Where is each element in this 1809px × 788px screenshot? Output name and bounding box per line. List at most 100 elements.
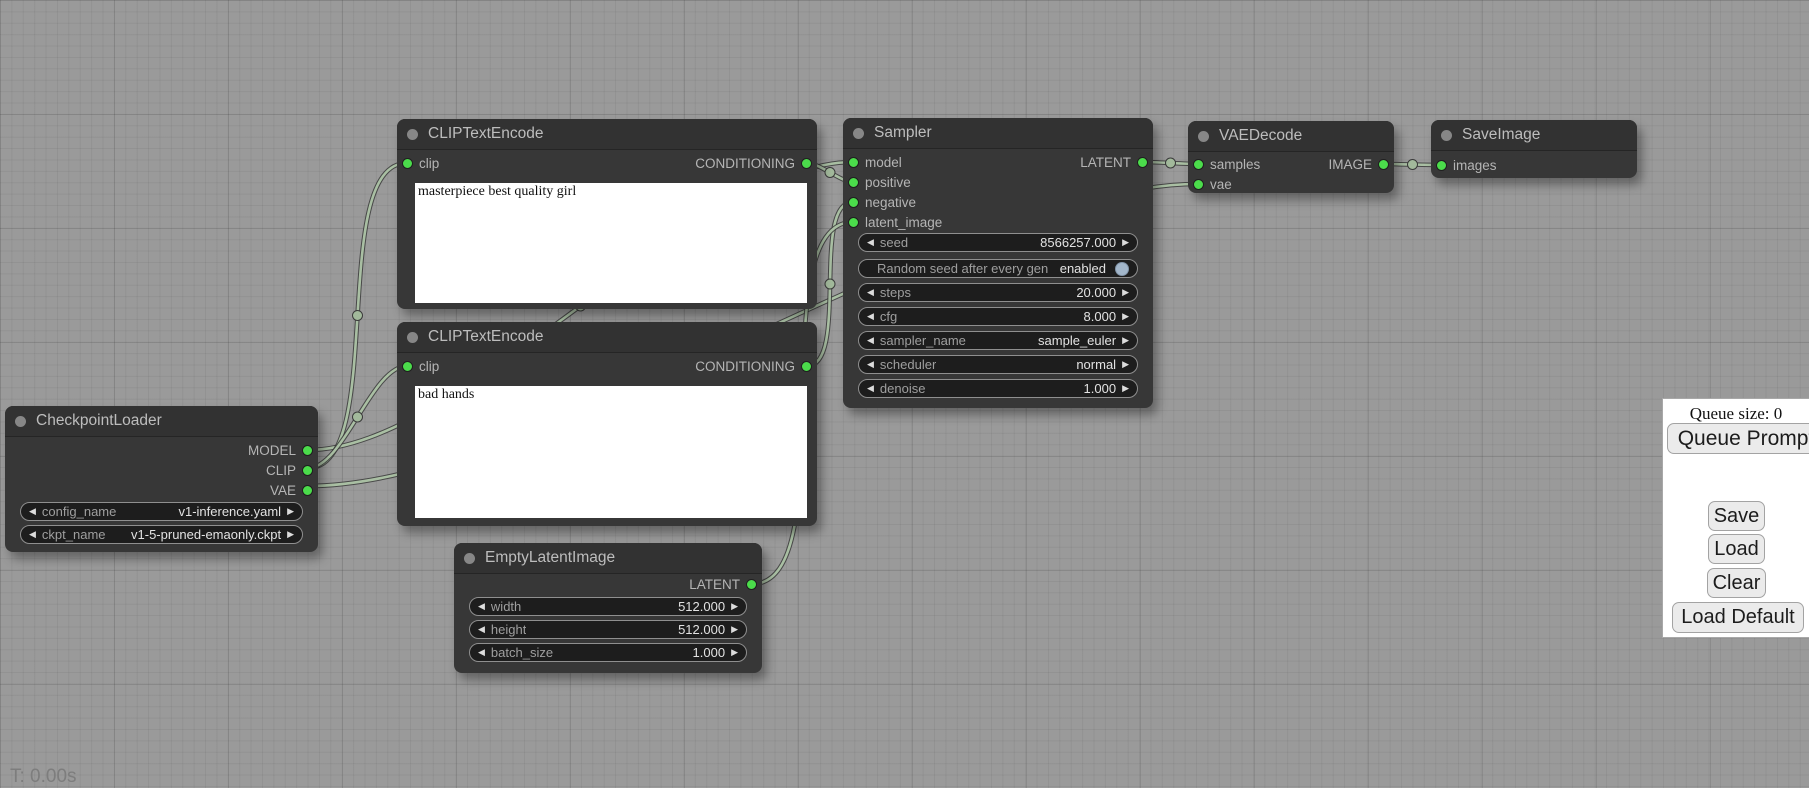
increment-arrow-icon[interactable]: ▶ [1122,238,1129,247]
decrement-arrow-icon[interactable]: ◀ [478,602,485,611]
prompt-text-input[interactable] [415,183,807,303]
node-vae-decode[interactable]: VAEDecodesamplesvaeIMAGE [1188,121,1394,193]
widget-value: 1.000 [1084,381,1117,396]
increment-arrow-icon[interactable]: ▶ [731,648,738,657]
input-slot-negative: negative [848,192,916,212]
widget-width[interactable]: ◀width512.000▶ [469,597,747,616]
input-connector-vae[interactable] [1193,179,1204,190]
collapse-node-icon[interactable] [853,128,864,139]
collapse-node-icon[interactable] [407,129,418,140]
collapse-node-icon[interactable] [1441,130,1452,141]
node-title-bar[interactable]: Sampler [843,118,1153,149]
decrement-arrow-icon[interactable]: ◀ [29,530,36,539]
queue-prompt-button[interactable]: Queue Prompt [1667,423,1809,454]
node-clip-text-encode-negative[interactable]: CLIPTextEncodeclipCONDITIONING [397,322,817,526]
decrement-arrow-icon[interactable]: ◀ [867,384,874,393]
decrement-arrow-icon[interactable]: ◀ [867,360,874,369]
node-title-bar[interactable]: CLIPTextEncode [397,119,817,150]
widget-sampler_name[interactable]: ◀sampler_namesample_euler▶ [858,331,1138,350]
output-connector-VAE[interactable] [302,485,313,496]
node-title-bar[interactable]: EmptyLatentImage [454,543,762,574]
node-title: VAEDecode [1219,121,1302,151]
output-slot-VAE: VAE [270,480,313,500]
input-connector-images[interactable] [1436,160,1447,171]
widget-denoise[interactable]: ◀denoise1.000▶ [858,379,1138,398]
input-slot-vae: vae [1193,174,1232,194]
output-connector-CONDITIONING[interactable] [801,361,812,372]
collapse-node-icon[interactable] [407,332,418,343]
input-connector-samples[interactable] [1193,159,1204,170]
node-clip-text-encode-positive[interactable]: CLIPTextEncodeclipCONDITIONING [397,119,817,309]
widget-value: sample_euler [1038,333,1116,348]
wire-midpoint-dot [825,279,835,289]
decrement-arrow-icon[interactable]: ◀ [867,238,874,247]
output-connector-IMAGE[interactable] [1378,159,1389,170]
increment-arrow-icon[interactable]: ▶ [1122,360,1129,369]
wire-midpoint-dot [1408,160,1418,170]
increment-arrow-icon[interactable]: ▶ [287,507,294,516]
node-checkpoint-loader[interactable]: CheckpointLoaderMODELCLIPVAE◀config_name… [5,406,318,552]
increment-arrow-icon[interactable]: ▶ [1122,312,1129,321]
output-slot-LATENT: LATENT [689,574,757,594]
collapse-node-icon[interactable] [15,416,26,427]
output-connector-LATENT[interactable] [746,579,757,590]
output-label: LATENT [1080,155,1131,170]
input-connector-negative[interactable] [848,197,859,208]
wire-clip-to-positive-encode [308,163,407,468]
save-button[interactable]: Save [1708,501,1765,531]
increment-arrow-icon[interactable]: ▶ [287,530,294,539]
decrement-arrow-icon[interactable]: ◀ [478,648,485,657]
output-connector-CONDITIONING[interactable] [801,158,812,169]
load-default-button[interactable]: Load Default [1672,602,1804,633]
widget-cfg[interactable]: ◀cfg8.000▶ [858,307,1138,326]
widget-seed[interactable]: ◀seed8566257.000▶ [858,233,1138,252]
input-connector-positive[interactable] [848,177,859,188]
decrement-arrow-icon[interactable]: ◀ [478,625,485,634]
node-title-bar[interactable]: CLIPTextEncode [397,322,817,353]
collapse-node-icon[interactable] [464,553,475,564]
widget-value: 1.000 [693,645,726,660]
output-label: CONDITIONING [695,359,795,374]
decrement-arrow-icon[interactable]: ◀ [867,312,874,321]
output-connector-LATENT[interactable] [1137,157,1148,168]
widget-random-seed-after-every-gen[interactable]: Random seed after every genenabled [858,259,1138,278]
widget-label: ckpt_name [42,527,106,542]
decrement-arrow-icon[interactable]: ◀ [29,507,36,516]
node-empty-latent-image[interactable]: EmptyLatentImageLATENT◀width512.000▶◀hei… [454,543,762,673]
increment-arrow-icon[interactable]: ▶ [731,602,738,611]
input-label: negative [865,195,916,210]
widget-config_name[interactable]: ◀config_namev1-inference.yaml▶ [20,502,303,521]
prompt-text-input[interactable] [415,386,807,518]
widget-batch_size[interactable]: ◀ batch_size 1.000 ▶ [469,643,747,662]
widget-value: 512.000 [678,622,725,637]
increment-arrow-icon[interactable]: ▶ [1122,384,1129,393]
input-connector-clip[interactable] [402,158,413,169]
output-connector-CLIP[interactable] [302,465,313,476]
node-sampler[interactable]: Samplermodelpositivenegativelatent_image… [843,118,1153,408]
input-connector-clip[interactable] [402,361,413,372]
widget-label: cfg [880,309,897,324]
widget-label: batch_size [491,645,553,660]
output-slot-CONDITIONING: CONDITIONING [695,153,812,173]
increment-arrow-icon[interactable]: ▶ [731,625,738,634]
decrement-arrow-icon[interactable]: ◀ [867,336,874,345]
collapse-node-icon[interactable] [1198,131,1209,142]
toggle-on-icon[interactable] [1115,262,1129,276]
decrement-arrow-icon[interactable]: ◀ [867,288,874,297]
increment-arrow-icon[interactable]: ▶ [1122,288,1129,297]
widget-ckpt_name[interactable]: ◀ckpt_namev1-5-pruned-emaonly.ckpt▶ [20,525,303,544]
node-title-bar[interactable]: SaveImage [1431,120,1637,151]
output-connector-MODEL[interactable] [302,445,313,456]
load-button[interactable]: Load [1708,534,1765,564]
widget-scheduler[interactable]: ◀schedulernormal▶ [858,355,1138,374]
input-connector-latent_image[interactable] [848,217,859,228]
widget-height[interactable]: ◀height512.000▶ [469,620,747,639]
clear-button[interactable]: Clear [1707,568,1766,598]
widget-steps[interactable]: ◀steps20.000▶ [858,283,1138,302]
node-title-bar[interactable]: CheckpointLoader [5,406,318,437]
output-slot-CONDITIONING: CONDITIONING [695,356,812,376]
node-title-bar[interactable]: VAEDecode [1188,121,1394,152]
input-connector-model[interactable] [848,157,859,168]
node-save-image[interactable]: SaveImageimages [1431,120,1637,178]
increment-arrow-icon[interactable]: ▶ [1122,336,1129,345]
